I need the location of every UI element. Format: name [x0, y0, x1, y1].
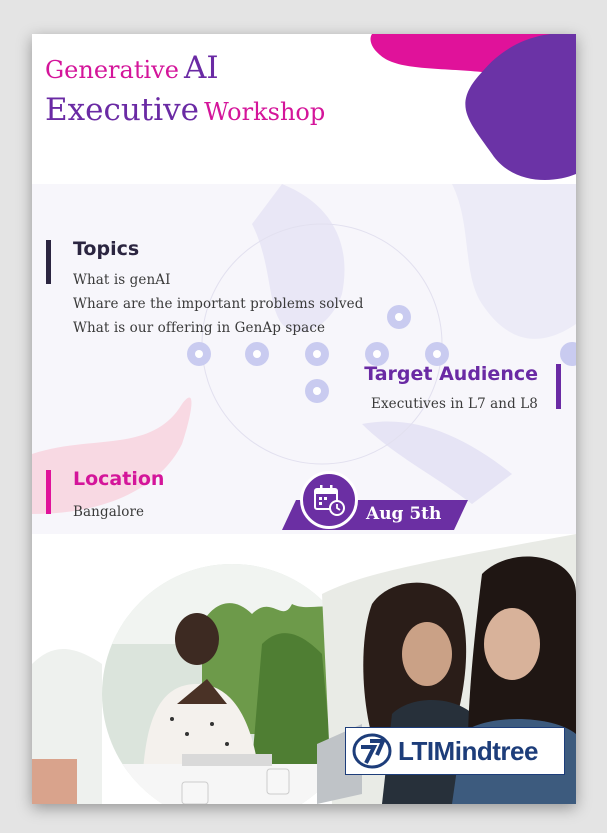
audience-text: Executives in L7 and L8	[371, 396, 538, 412]
topic-item: What is our offering in GenAp space	[73, 320, 326, 336]
calendar-clock-icon	[314, 485, 345, 516]
title-line-1: Generative AI	[45, 50, 219, 86]
topics-heading: Topics	[73, 238, 140, 260]
location-text: Bangalore	[73, 504, 145, 520]
date-icon-circle	[300, 471, 358, 529]
location-bar	[46, 470, 51, 514]
audience-bar	[556, 364, 561, 409]
title-executive: Executive	[45, 92, 200, 128]
title-generative: Generative	[45, 56, 179, 84]
decorative-blob	[370, 34, 576, 180]
audience-heading: Target Audience	[364, 363, 538, 385]
workshop-flyer: Generative AI Executive Workshop Topics …	[32, 34, 576, 804]
title-line-2: Executive Workshop	[45, 92, 325, 128]
ltimindtree-logo: LTIMindtree	[345, 727, 565, 775]
topics-bar	[46, 240, 51, 284]
topic-item: What is genAI	[73, 272, 171, 288]
logo-text: LTIMindtree	[398, 735, 538, 766]
lt-logo-icon	[352, 733, 392, 769]
event-date: Aug 5th	[366, 504, 442, 524]
title-ai: AI	[184, 50, 219, 86]
location-heading: Location	[73, 468, 165, 490]
topic-item: Whare are the important problems solved	[73, 296, 364, 312]
title-workshop: Workshop	[204, 98, 326, 126]
